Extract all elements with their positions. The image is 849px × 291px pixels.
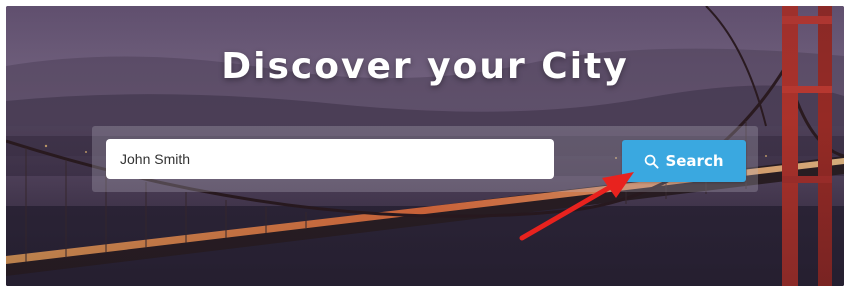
search-icon	[645, 154, 659, 169]
search-input[interactable]	[106, 139, 554, 179]
search-button[interactable]: Search	[622, 140, 746, 182]
hero-banner: Discover your City Search	[6, 6, 844, 286]
page-title: Discover your City	[221, 46, 629, 87]
search-button-label: Search	[665, 152, 724, 170]
search-panel: Search	[92, 126, 758, 192]
